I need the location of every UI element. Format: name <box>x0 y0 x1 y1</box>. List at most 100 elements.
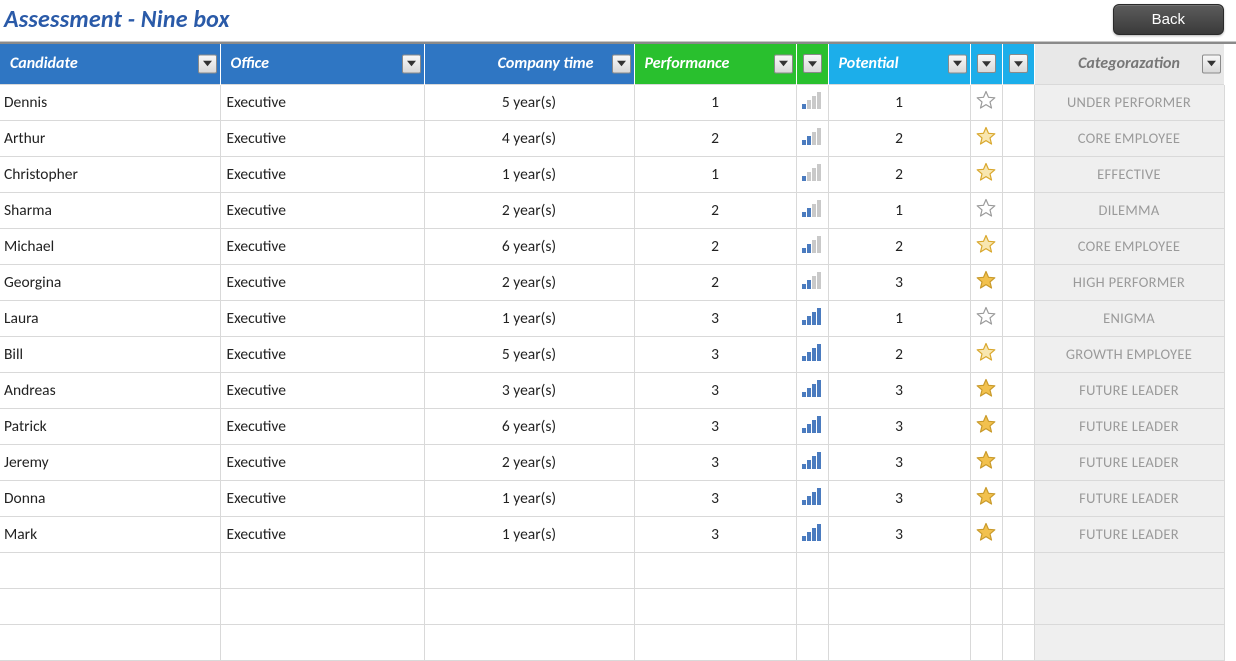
table-row[interactable]: AndreasExecutive3 year(s)33FUTURE LEADER <box>0 372 1224 408</box>
col-office[interactable]: Office <box>220 44 424 84</box>
cell-company-time[interactable]: 6 year(s) <box>424 228 634 264</box>
cell-candidate[interactable]: Patrick <box>0 408 220 444</box>
cell-office[interactable]: Executive <box>220 84 424 120</box>
cell-office[interactable]: Executive <box>220 516 424 552</box>
cell-company-time[interactable]: 1 year(s) <box>424 300 634 336</box>
filter-potential[interactable] <box>948 54 967 73</box>
cell-candidate[interactable]: Dennis <box>0 84 220 120</box>
cell-candidate[interactable]: Georgina <box>0 264 220 300</box>
cell-office[interactable]: Executive <box>220 372 424 408</box>
cell-potential[interactable]: 3 <box>828 516 970 552</box>
cell-company-time[interactable]: 2 year(s) <box>424 444 634 480</box>
cell-potential[interactable]: 2 <box>828 156 970 192</box>
cell-potential[interactable]: 1 <box>828 300 970 336</box>
cell-company-time[interactable]: 3 year(s) <box>424 372 634 408</box>
col-potential[interactable]: Potential <box>828 44 970 84</box>
cell-candidate[interactable]: Donna <box>0 480 220 516</box>
table-row[interactable]: LauraExecutive1 year(s)31ENIGMA <box>0 300 1224 336</box>
cell-company-time[interactable]: 2 year(s) <box>424 192 634 228</box>
cell-office[interactable]: Executive <box>220 192 424 228</box>
table-row[interactable]: MarkExecutive1 year(s)33FUTURE LEADER <box>0 516 1224 552</box>
col-performance-icon[interactable] <box>796 44 828 84</box>
col-candidate-label: Candidate <box>10 54 78 73</box>
cell-candidate[interactable]: Laura <box>0 300 220 336</box>
cell-performance[interactable]: 3 <box>634 336 796 372</box>
col-potential-icon[interactable] <box>970 44 1002 84</box>
cell-potential[interactable]: 1 <box>828 192 970 228</box>
cell-candidate[interactable]: Michael <box>0 228 220 264</box>
table-row-empty <box>0 624 1224 660</box>
cell-potential[interactable]: 2 <box>828 120 970 156</box>
star-icon <box>976 486 996 506</box>
cell-office[interactable]: Executive <box>220 228 424 264</box>
cell-performance[interactable]: 3 <box>634 408 796 444</box>
filter-performance[interactable] <box>774 54 793 73</box>
cell-candidate[interactable]: Sharma <box>0 192 220 228</box>
cell-candidate[interactable]: Bill <box>0 336 220 372</box>
col-company-time[interactable]: Company time <box>424 44 634 84</box>
cell-company-time[interactable]: 1 year(s) <box>424 516 634 552</box>
cell-office[interactable]: Executive <box>220 264 424 300</box>
table-row[interactable]: SharmaExecutive2 year(s)21DILEMMA <box>0 192 1224 228</box>
table-row[interactable]: JeremyExecutive2 year(s)33FUTURE LEADER <box>0 444 1224 480</box>
filter-extra[interactable] <box>1009 54 1028 73</box>
cell-potential[interactable]: 1 <box>828 84 970 120</box>
table-row[interactable]: DonnaExecutive1 year(s)33FUTURE LEADER <box>0 480 1224 516</box>
cell-candidate[interactable]: Jeremy <box>0 444 220 480</box>
cell-office[interactable]: Executive <box>220 444 424 480</box>
cell-candidate[interactable]: Christopher <box>0 156 220 192</box>
cell-company-time[interactable]: 6 year(s) <box>424 408 634 444</box>
cell-candidate[interactable]: Mark <box>0 516 220 552</box>
cell-office[interactable]: Executive <box>220 336 424 372</box>
table-row[interactable]: GeorginaExecutive2 year(s)23HIGH PERFORM… <box>0 264 1224 300</box>
filter-company-time[interactable] <box>612 54 631 73</box>
table-row[interactable]: ArthurExecutive4 year(s)22CORE EMPLOYEE <box>0 120 1224 156</box>
cell-potential[interactable]: 3 <box>828 444 970 480</box>
cell-performance[interactable]: 3 <box>634 444 796 480</box>
cell-performance[interactable]: 2 <box>634 120 796 156</box>
cell-office[interactable]: Executive <box>220 408 424 444</box>
filter-performance-icon[interactable] <box>803 54 822 73</box>
cell-company-time[interactable]: 5 year(s) <box>424 84 634 120</box>
cell-performance[interactable]: 3 <box>634 300 796 336</box>
filter-potential-icon[interactable] <box>977 54 996 73</box>
filter-office[interactable] <box>402 54 421 73</box>
cell-potential[interactable]: 3 <box>828 408 970 444</box>
cell-performance[interactable]: 3 <box>634 516 796 552</box>
col-categorization[interactable]: Categorazation <box>1034 44 1224 84</box>
cell-potential[interactable]: 3 <box>828 264 970 300</box>
cell-candidate[interactable]: Andreas <box>0 372 220 408</box>
cell-company-time[interactable]: 4 year(s) <box>424 120 634 156</box>
cell-potential[interactable]: 2 <box>828 228 970 264</box>
cell-potential[interactable]: 3 <box>828 480 970 516</box>
cell-performance[interactable]: 2 <box>634 192 796 228</box>
cell-company-time[interactable]: 1 year(s) <box>424 156 634 192</box>
cell-candidate[interactable]: Arthur <box>0 120 220 156</box>
table-row[interactable]: PatrickExecutive6 year(s)33FUTURE LEADER <box>0 408 1224 444</box>
cell-performance[interactable]: 2 <box>634 228 796 264</box>
cell-office[interactable]: Executive <box>220 120 424 156</box>
cell-company-time[interactable]: 5 year(s) <box>424 336 634 372</box>
cell-performance[interactable]: 1 <box>634 156 796 192</box>
cell-performance[interactable]: 3 <box>634 372 796 408</box>
cell-office[interactable]: Executive <box>220 300 424 336</box>
filter-categorization[interactable] <box>1202 54 1221 73</box>
col-extra-filter[interactable] <box>1002 44 1034 84</box>
table-row[interactable]: DennisExecutive5 year(s)11UNDER PERFORME… <box>0 84 1224 120</box>
cell-performance[interactable]: 1 <box>634 84 796 120</box>
cell-office[interactable]: Executive <box>220 156 424 192</box>
cell-office[interactable]: Executive <box>220 480 424 516</box>
col-candidate[interactable]: Candidate <box>0 44 220 84</box>
cell-company-time[interactable]: 2 year(s) <box>424 264 634 300</box>
table-row[interactable]: MichaelExecutive6 year(s)22CORE EMPLOYEE <box>0 228 1224 264</box>
cell-potential[interactable]: 3 <box>828 372 970 408</box>
table-row[interactable]: ChristopherExecutive1 year(s)12EFFECTIVE <box>0 156 1224 192</box>
cell-potential[interactable]: 2 <box>828 336 970 372</box>
back-button[interactable]: Back <box>1113 4 1224 35</box>
cell-company-time[interactable]: 1 year(s) <box>424 480 634 516</box>
filter-candidate[interactable] <box>198 54 217 73</box>
cell-performance[interactable]: 2 <box>634 264 796 300</box>
table-row[interactable]: BillExecutive5 year(s)32GROWTH EMPLOYEE <box>0 336 1224 372</box>
col-performance[interactable]: Performance <box>634 44 796 84</box>
cell-performance[interactable]: 3 <box>634 480 796 516</box>
